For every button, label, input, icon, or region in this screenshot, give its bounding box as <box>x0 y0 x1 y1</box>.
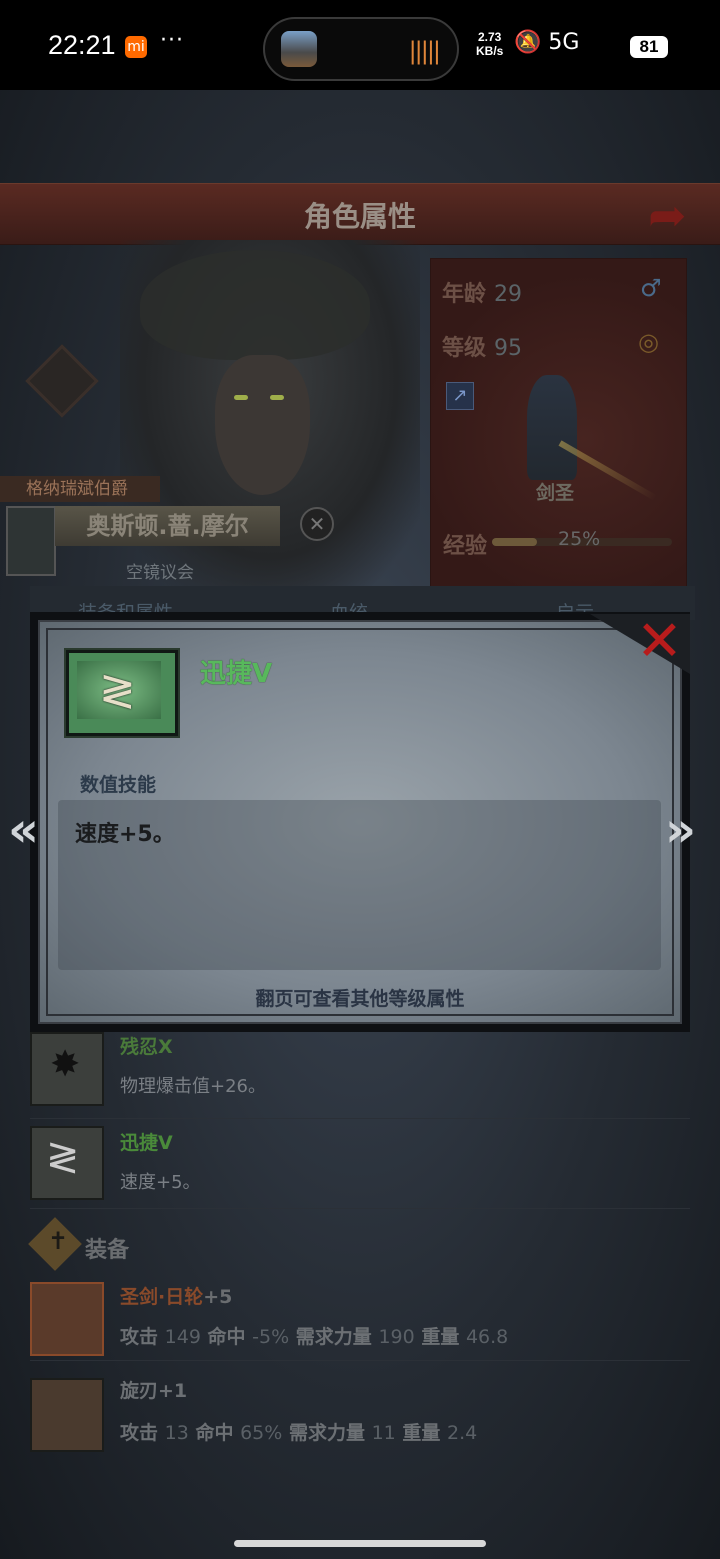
hat-illustration <box>140 250 370 360</box>
exp-percent: 25% <box>558 528 601 550</box>
mi-notification-icon: mi <box>125 36 147 58</box>
battery-icon: 81 <box>630 36 668 58</box>
signal-icons: 🔕 5G <box>514 30 580 55</box>
eye-right <box>270 395 284 400</box>
burst-skill-icon: ✸ <box>30 1032 104 1106</box>
audio-wave-icon: ||||| <box>408 37 441 65</box>
skill-title: 残忍X <box>120 1036 173 1058</box>
skill-description: 速度+5。 <box>75 822 175 847</box>
swift-skill-icon: ≷ <box>30 1126 104 1200</box>
dismiss-circle-icon[interactable]: ✕ <box>300 507 334 541</box>
page-title: 角色属性 <box>303 200 416 233</box>
back-arrow-icon[interactable]: ➦ <box>648 188 687 242</box>
level-row: 等级 95 <box>442 336 523 361</box>
rank-label: 格纳瑞斌伯爵 <box>0 476 160 502</box>
weapon-type-icon: ↗ <box>446 382 474 410</box>
page-hint: 翻页可查看其他等级属性 <box>255 988 465 1010</box>
more-notifications-icon: ··· <box>160 28 184 53</box>
dynamic-island[interactable]: ||||| <box>263 17 459 81</box>
faction-name: 空镜议会 <box>126 563 194 583</box>
equipment-stats: 攻击 13 命中 65% 需求力量 11 重量 2.4 <box>120 1422 478 1444</box>
sword-item-icon <box>30 1282 104 1356</box>
class-name: 剑圣 <box>535 482 574 504</box>
eye-left <box>234 395 248 400</box>
age-row: 年龄 29 <box>442 282 523 307</box>
character-name: 奥斯顿.蔷.摩尔 <box>55 506 280 546</box>
face-illustration <box>215 355 310 495</box>
ring-icon: ◎ <box>638 328 659 356</box>
home-indicator[interactable] <box>234 1540 486 1547</box>
equipment-name: 圣剑·日轮+5 <box>120 1286 233 1308</box>
skill-name: 迅捷V <box>200 659 273 689</box>
exp-bar-fill <box>492 538 537 546</box>
equipment-title: 装备 <box>85 1238 130 1263</box>
class-figure <box>527 375 577 480</box>
close-button[interactable]: ✕ <box>636 612 683 672</box>
exp-label: 经验 <box>443 534 488 559</box>
skill-desc: 速度+5。 <box>120 1172 201 1193</box>
equipment-stats: 攻击 149 命中 -5% 需求力量 190 重量 46.8 <box>120 1326 509 1348</box>
skill-icon: ≷ <box>66 650 178 736</box>
media-thumbnail <box>281 31 317 67</box>
faction-shield-icon <box>6 506 56 576</box>
cross-icon: ✝ <box>48 1227 69 1255</box>
prev-page-button[interactable]: « <box>8 802 39 858</box>
status-bar: 22:21 mi ··· ||||| 2.73 KB/s 🔕 5G 81 <box>0 0 720 90</box>
skill-title: 迅捷V <box>120 1132 173 1154</box>
skill-desc: 物理爆击值+26。 <box>120 1076 266 1097</box>
next-page-button[interactable]: » <box>665 802 696 858</box>
network-speed: 2.73 KB/s <box>476 30 504 58</box>
skill-type: 数值技能 <box>80 774 157 796</box>
equipment-name: 旋刃+1 <box>120 1380 188 1402</box>
male-icon: ♂ <box>640 274 662 302</box>
spinning-blade-icon <box>30 1378 104 1452</box>
clock: 22:21 <box>48 30 116 60</box>
swift-wing-icon: ≷ <box>99 665 136 716</box>
